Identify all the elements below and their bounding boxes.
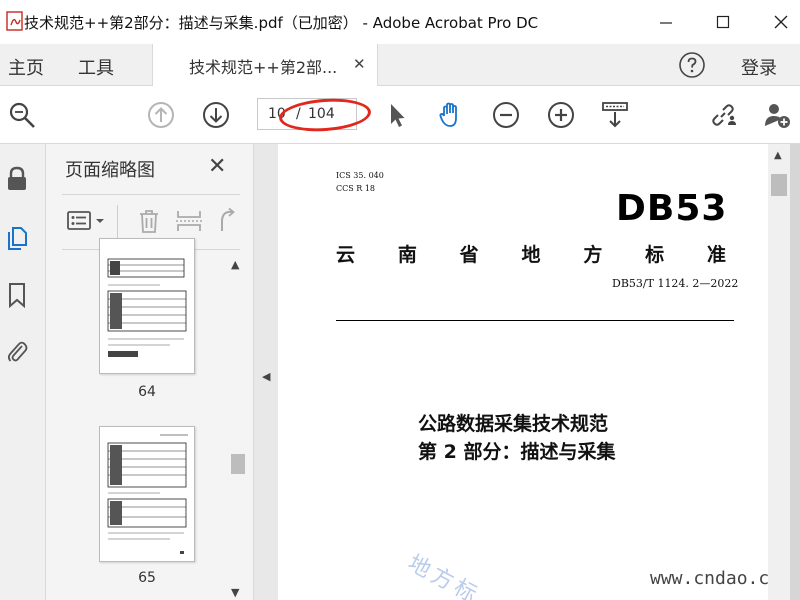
region-char: 地 — [521, 244, 541, 266]
zoom-search-icon[interactable] — [7, 100, 37, 130]
page-watermark: 地方标 — [403, 550, 485, 600]
minimize-button[interactable] — [650, 8, 682, 36]
doc-scrollbar-thumb[interactable] — [771, 174, 787, 196]
thumbnail-page-65[interactable] — [99, 426, 195, 562]
scroll-down-arrow-icon[interactable]: ▼ — [231, 586, 239, 599]
title-line-2: 第 2 部分：描述与采集 — [418, 441, 616, 463]
title-bar: 技术规范++第2部分：描述与采集.pdf（已加密） - Adobe Acroba… — [0, 0, 800, 44]
toolbar-divider — [117, 205, 118, 239]
left-navigation-rail — [0, 144, 46, 600]
rotate-page-icon[interactable] — [212, 207, 242, 235]
region-char: 方 — [583, 244, 603, 266]
page-thumbnails-icon[interactable] — [6, 224, 28, 250]
horizontal-rule — [336, 320, 734, 321]
thumbnails-scrollbar[interactable]: ▲ ▼ — [229, 254, 245, 600]
hand-tool-icon[interactable] — [436, 100, 466, 130]
zoom-in-icon[interactable] — [546, 100, 576, 130]
standard-number: DB53/T 1124. 2—2022 — [612, 277, 739, 290]
thumbnails-pane-title: 页面缩略图 — [65, 160, 155, 181]
close-pane-icon[interactable]: ✕ — [208, 154, 226, 179]
maximize-icon — [716, 15, 730, 29]
login-button[interactable]: 登录 — [741, 54, 777, 80]
page-display-icon[interactable] — [600, 100, 630, 130]
delete-page-icon[interactable] — [134, 207, 164, 235]
minimize-icon — [660, 22, 672, 24]
region-char: 准 — [706, 244, 726, 266]
lock-icon[interactable] — [6, 166, 28, 192]
document-tab-label: 技术规范++第2部... — [189, 58, 338, 77]
pdf-page: ICS 35. 040 CCS R 18 DB53 云 南 省 地 方 标 准 … — [278, 144, 791, 600]
menu-tools[interactable]: 工具 — [78, 54, 114, 80]
select-cursor-icon[interactable] — [382, 100, 412, 130]
close-window-button[interactable] — [765, 8, 797, 36]
close-icon — [774, 15, 788, 29]
region-char: 省 — [459, 244, 479, 266]
add-user-icon[interactable] — [762, 100, 792, 130]
next-page-icon[interactable] — [201, 100, 231, 130]
thumbnail-label-64: 64 — [138, 384, 156, 400]
page-thumbnail-image — [107, 258, 187, 357]
region-char: 南 — [397, 244, 417, 266]
help-icon[interactable] — [678, 51, 706, 79]
thumbnail-options-icon[interactable] — [66, 207, 106, 235]
menu-bar: 主页 工具 技术规范++第2部... ✕ 登录 — [0, 44, 800, 86]
thumbnail-label-65: 65 — [138, 570, 156, 586]
close-tab-icon[interactable]: ✕ — [353, 55, 366, 73]
region-char: 标 — [645, 244, 665, 266]
thumbnails-pane: 页面缩略图 ✕ 64 65 ▲ ▼ — [46, 144, 254, 600]
ccs-code: CCS R 18 — [336, 184, 376, 193]
document-tab[interactable]: 技术规范++第2部... ✕ — [152, 44, 378, 86]
share-link-icon[interactable] — [708, 100, 738, 130]
ics-code: ICS 35. 040 — [336, 171, 384, 180]
bookmark-icon[interactable] — [6, 282, 28, 308]
db53-logo: DB53 — [616, 188, 728, 229]
previous-page-icon[interactable] — [146, 100, 176, 130]
region-char: 云 — [336, 244, 356, 266]
document-title: 公路数据采集技术规范 第 2 部分：描述与采集 — [418, 410, 615, 466]
zoom-out-icon[interactable] — [491, 100, 521, 130]
document-view: ICS 35. 040 CCS R 18 DB53 云 南 省 地 方 标 准 … — [278, 144, 800, 600]
extract-pages-icon[interactable] — [174, 207, 204, 235]
acrobat-logo-icon — [6, 11, 23, 31]
doc-scroll-up-arrow-icon[interactable]: ▲ — [774, 150, 782, 161]
region-standard-heading: 云 南 省 地 方 标 准 — [336, 240, 726, 267]
classification-codes: ICS 35. 040 CCS R 18 — [336, 169, 384, 195]
title-line-1: 公路数据采集技术规范 — [418, 413, 609, 435]
window-title: 技术规范++第2部分：描述与采集.pdf（已加密） - Adobe Acroba… — [24, 14, 539, 32]
scrollbar-thumb[interactable] — [231, 454, 245, 474]
document-scrollbar[interactable]: ▲ — [768, 144, 790, 600]
page-thumbnail-image — [107, 434, 188, 554]
collapse-left-arrow-icon[interactable]: ◀ — [262, 370, 270, 383]
maximize-button[interactable] — [707, 8, 739, 36]
menu-home[interactable]: 主页 — [8, 54, 44, 80]
toolbar — [0, 86, 800, 144]
scroll-up-arrow-icon[interactable]: ▲ — [231, 258, 239, 271]
thumbnail-page-64[interactable] — [99, 238, 195, 374]
attachment-icon[interactable] — [6, 338, 28, 364]
pane-collapse-strip[interactable]: ◀ — [254, 144, 278, 600]
